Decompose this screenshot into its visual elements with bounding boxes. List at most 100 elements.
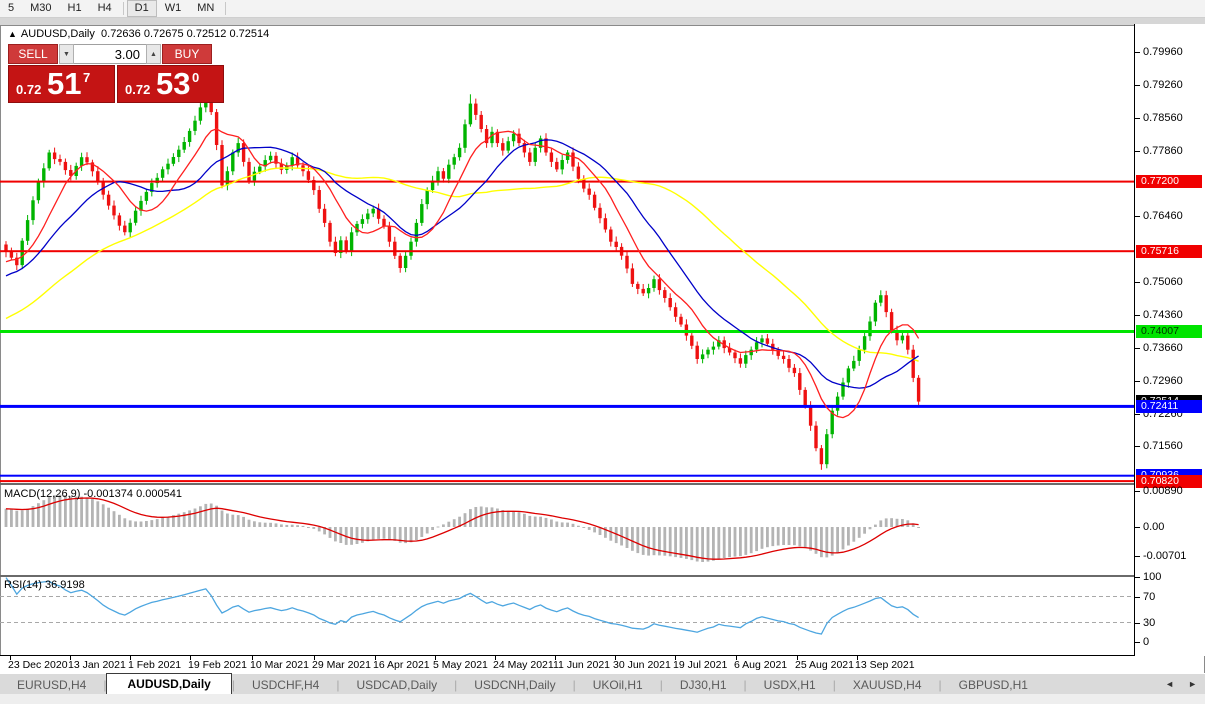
tab-scroll-buttons: ◄ ► <box>1165 679 1197 689</box>
spin-up-icon: ▲ <box>150 51 157 58</box>
chart-title: ▲ AUDUSD,Daily 0.72636 0.72675 0.72512 0.… <box>8 28 269 40</box>
chart-tab-usdcnh-daily[interactable]: USDCNH,Daily <box>457 675 572 695</box>
price-level-chip: 0.74007 <box>1136 325 1202 338</box>
rsi-tick-mark <box>1135 623 1140 624</box>
date-label: 24 May 2021 <box>493 659 554 671</box>
price-tick-label: 0.73660 <box>1143 342 1183 354</box>
timeframe-button-h4[interactable]: H4 <box>90 0 120 17</box>
chart-canvas[interactable] <box>0 24 1134 656</box>
buy-price-sup: 0 <box>192 70 199 85</box>
sell-button[interactable]: SELL <box>8 44 58 64</box>
direction-up-icon: ▲ <box>8 29 17 39</box>
rsi-tick-label: 0 <box>1143 636 1149 648</box>
price-tick-mark <box>1135 446 1140 447</box>
buy-button[interactable]: BUY <box>162 44 212 64</box>
date-label: 13 Jan 2021 <box>68 659 126 671</box>
sell-price-sup: 7 <box>83 70 90 85</box>
timeframe-button-5[interactable]: 5 <box>0 0 22 17</box>
date-label: 6 Aug 2021 <box>734 659 787 671</box>
toolbar-separator <box>123 2 124 15</box>
rsi-tick-label: 30 <box>1143 617 1155 629</box>
chart-tab-usdcad-daily[interactable]: USDCAD,Daily <box>339 675 454 695</box>
macd-tick-label: -0.00701 <box>1143 550 1186 562</box>
chart-tab-usdchf-h4[interactable]: USDCHF,H4 <box>235 675 336 695</box>
status-strip <box>0 694 1205 704</box>
price-level-chip: 0.77200 <box>1136 175 1202 188</box>
macd-tick-mark <box>1135 527 1140 528</box>
chart-tab-dj30-h1[interactable]: DJ30,H1 <box>663 675 744 695</box>
date-label: 19 Feb 2021 <box>188 659 247 671</box>
price-tick-label: 0.78560 <box>1143 112 1183 124</box>
price-level-chip: 0.75716 <box>1136 245 1202 258</box>
price-tick-label: 0.75060 <box>1143 276 1183 288</box>
buy-price-big: 53 <box>156 66 190 102</box>
date-label: 19 Jul 2021 <box>673 659 727 671</box>
ohlc-values: 0.72636 0.72675 0.72512 0.72514 <box>101 28 269 40</box>
rsi-tick-mark <box>1135 642 1140 643</box>
buy-price-box[interactable]: 0.72 53 0 <box>117 65 224 103</box>
date-label: 29 Mar 2021 <box>312 659 371 671</box>
tab-scroll-left-icon[interactable]: ◄ <box>1165 679 1174 689</box>
macd-tick-mark <box>1135 556 1140 557</box>
date-label: 13 Sep 2021 <box>855 659 915 671</box>
macd-tick-mark <box>1135 491 1140 492</box>
price-tick-label: 0.77860 <box>1143 145 1183 157</box>
price-tick-label: 0.76460 <box>1143 210 1183 222</box>
date-label: 16 Apr 2021 <box>373 659 430 671</box>
timeframe-button-mn[interactable]: MN <box>189 0 222 17</box>
price-tick-mark <box>1135 414 1140 415</box>
date-label: 1 Feb 2021 <box>128 659 181 671</box>
date-label: 11 Jun 2021 <box>553 659 610 671</box>
price-tick-mark <box>1135 348 1140 349</box>
volume-input[interactable] <box>74 44 146 64</box>
rsi-label: RSI(14) 36.9198 <box>4 579 85 591</box>
toolbar-separator <box>225 2 226 15</box>
macd-tick-label: 0.00 <box>1143 521 1164 533</box>
price-tick-mark <box>1135 151 1140 152</box>
volume-increase-button[interactable]: ▲ <box>146 44 161 64</box>
price-tick-mark <box>1135 216 1140 217</box>
timeframe-button-w1[interactable]: W1 <box>157 0 190 17</box>
chart-tab-usdx-h1[interactable]: USDX,H1 <box>747 675 833 695</box>
rsi-panel-separator[interactable] <box>0 575 1134 577</box>
sell-price-small: 0.72 <box>16 82 41 97</box>
symbol-period-label: AUDUSD,Daily <box>21 28 95 40</box>
price-axis[interactable]: 0.799600.792600.785600.778600.764600.750… <box>1135 24 1205 656</box>
rsi-tick-label: 100 <box>1143 571 1161 583</box>
price-tick-label: 0.74360 <box>1143 309 1183 321</box>
macd-panel-separator[interactable] <box>0 483 1134 485</box>
date-label: 5 May 2021 <box>433 659 488 671</box>
timeframe-button-m30[interactable]: M30 <box>22 0 59 17</box>
rsi-tick-label: 70 <box>1143 591 1155 603</box>
chart-tab-bar: EURUSD,H4|AUDUSD,Daily|USDCHF,H4|USDCAD,… <box>0 673 1205 695</box>
one-click-trading-panel: SELL ▼ ▲ BUY 0.72 51 7 0.72 53 0 <box>8 44 224 103</box>
timeframe-toolbar: 5M30H1H4 D1W1MN <box>0 0 1205 18</box>
chart-tab-xauusd-h4[interactable]: XAUUSD,H4 <box>836 675 939 695</box>
chart-tab-audusd-daily[interactable]: AUDUSD,Daily <box>106 673 231 695</box>
price-tick-label: 0.79260 <box>1143 79 1183 91</box>
price-tick-label: 0.72960 <box>1143 375 1183 387</box>
chart-tab-ukoil-h1[interactable]: UKOil,H1 <box>576 675 660 695</box>
chart-tab-gbpusd-h1[interactable]: GBPUSD,H1 <box>942 675 1045 695</box>
macd-label: MACD(12,26,9) -0.001374 0.000541 <box>4 488 182 500</box>
price-tick-mark <box>1135 315 1140 316</box>
buy-price-small: 0.72 <box>125 82 150 97</box>
rsi-tick-mark <box>1135 577 1140 578</box>
sell-price-big: 51 <box>47 66 81 102</box>
date-label: 10 Mar 2021 <box>250 659 309 671</box>
price-tick-mark <box>1135 52 1140 53</box>
date-axis[interactable]: 23 Dec 202013 Jan 20211 Feb 2021 19 Feb 2… <box>0 656 1134 673</box>
timeframe-button-h1[interactable]: H1 <box>60 0 90 17</box>
date-label: 23 Dec 2020 <box>8 659 68 671</box>
tab-scroll-right-icon[interactable]: ► <box>1188 679 1197 689</box>
spin-down-icon: ▼ <box>63 51 70 58</box>
price-tick-mark <box>1135 282 1140 283</box>
timeframe-button-d1[interactable]: D1 <box>127 0 157 17</box>
price-tick-mark <box>1135 118 1140 119</box>
volume-decrease-button[interactable]: ▼ <box>59 44 74 64</box>
date-label: 30 Jun 2021 <box>613 659 671 671</box>
sell-price-box[interactable]: 0.72 51 7 <box>8 65 115 103</box>
rsi-tick-mark <box>1135 597 1140 598</box>
price-tick-mark <box>1135 381 1140 382</box>
chart-tab-eurusd-h4[interactable]: EURUSD,H4 <box>0 675 103 695</box>
